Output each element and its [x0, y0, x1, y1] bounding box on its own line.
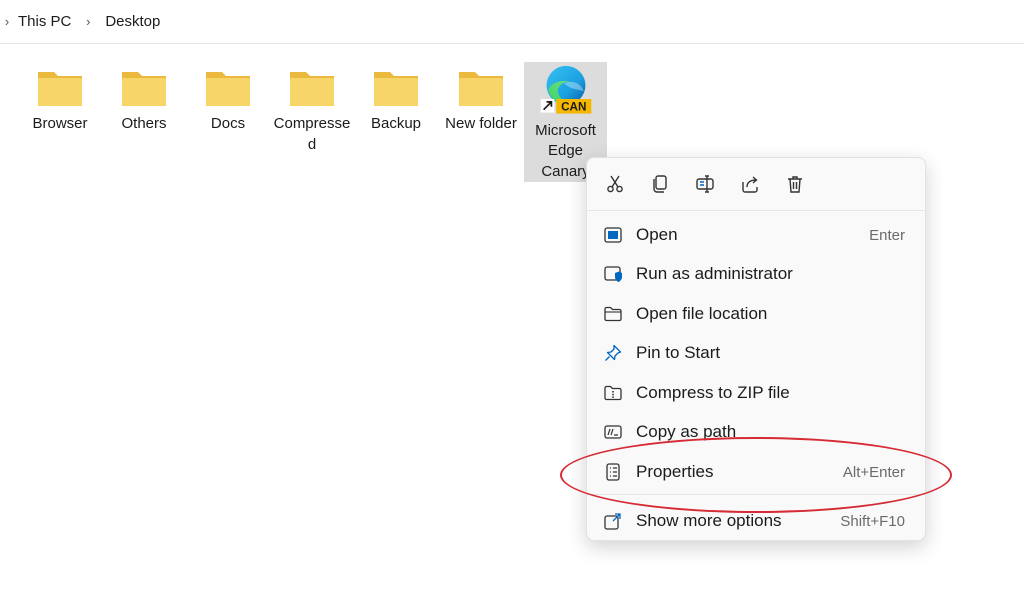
properties-icon [603, 462, 623, 482]
edge-canary-badge: CAN [561, 101, 586, 114]
chevron-right-icon[interactable]: › [2, 14, 12, 29]
menu-item-run-as-administrator[interactable]: Run as administrator [591, 256, 921, 292]
folder-outline-icon [603, 304, 623, 324]
menu-item-copy-as-path[interactable]: Copy as path [591, 414, 921, 450]
file-label: Backup [370, 115, 422, 132]
file-item-docs[interactable]: Docs [188, 64, 268, 182]
zip-icon [603, 383, 623, 403]
breadcrumb-this-pc[interactable]: This PC [18, 13, 71, 30]
menu-item-open[interactable]: Open Enter [591, 217, 921, 253]
menu-item-show-more-options[interactable]: Show more options Shift+F10 [591, 503, 921, 539]
edge-canary-icon: CAN [540, 65, 591, 114]
folder-icon [374, 72, 418, 106]
file-label: Others [121, 115, 167, 132]
rename-icon [696, 175, 714, 193]
more-options-icon [603, 511, 623, 531]
menu-item-pin-to-start[interactable]: Pin to Start [591, 335, 921, 371]
delete-icon [788, 176, 802, 193]
folder-icon [38, 72, 82, 106]
folder-icon [290, 72, 334, 106]
cut-button[interactable] [601, 170, 629, 198]
folder-icon [206, 72, 250, 106]
quick-actions-bar [587, 158, 925, 211]
file-item-backup[interactable]: Backup [356, 64, 436, 182]
file-item-browser[interactable]: Browser [20, 64, 100, 182]
file-label: Compressed [273, 115, 351, 153]
file-item-others[interactable]: Others [104, 64, 184, 182]
menu-item-properties[interactable]: Properties Alt+Enter [591, 454, 921, 490]
menu-item-compress-to-zip[interactable]: Compress to ZIP file [591, 375, 921, 411]
chevron-right-icon[interactable]: › [83, 14, 93, 29]
share-icon [742, 176, 758, 193]
delete-button[interactable] [781, 170, 809, 198]
file-item-compressed[interactable]: Compressed [272, 64, 352, 182]
menu-separator [587, 494, 925, 495]
copy-icon [653, 175, 667, 193]
folder-icon [122, 72, 166, 106]
shield-window-icon [603, 264, 623, 284]
open-window-icon [603, 225, 623, 245]
pin-icon [603, 343, 623, 363]
path-icon [603, 422, 623, 442]
file-item-new-folder[interactable]: New folder [441, 64, 521, 182]
breadcrumb-desktop[interactable]: Desktop [105, 13, 160, 30]
rename-button[interactable] [691, 170, 719, 198]
cut-icon [607, 175, 623, 193]
file-label: Docs [210, 115, 246, 132]
copy-button[interactable] [646, 170, 674, 198]
menu-item-open-file-location[interactable]: Open file location [591, 296, 921, 332]
file-label: Browser [32, 115, 88, 132]
context-menu: Open Enter Run as administrator Open fil… [586, 157, 926, 541]
folder-icon [459, 72, 503, 106]
file-label: New folder [445, 115, 517, 132]
share-button[interactable] [736, 170, 764, 198]
breadcrumb: › This PC › Desktop [0, 0, 1024, 44]
